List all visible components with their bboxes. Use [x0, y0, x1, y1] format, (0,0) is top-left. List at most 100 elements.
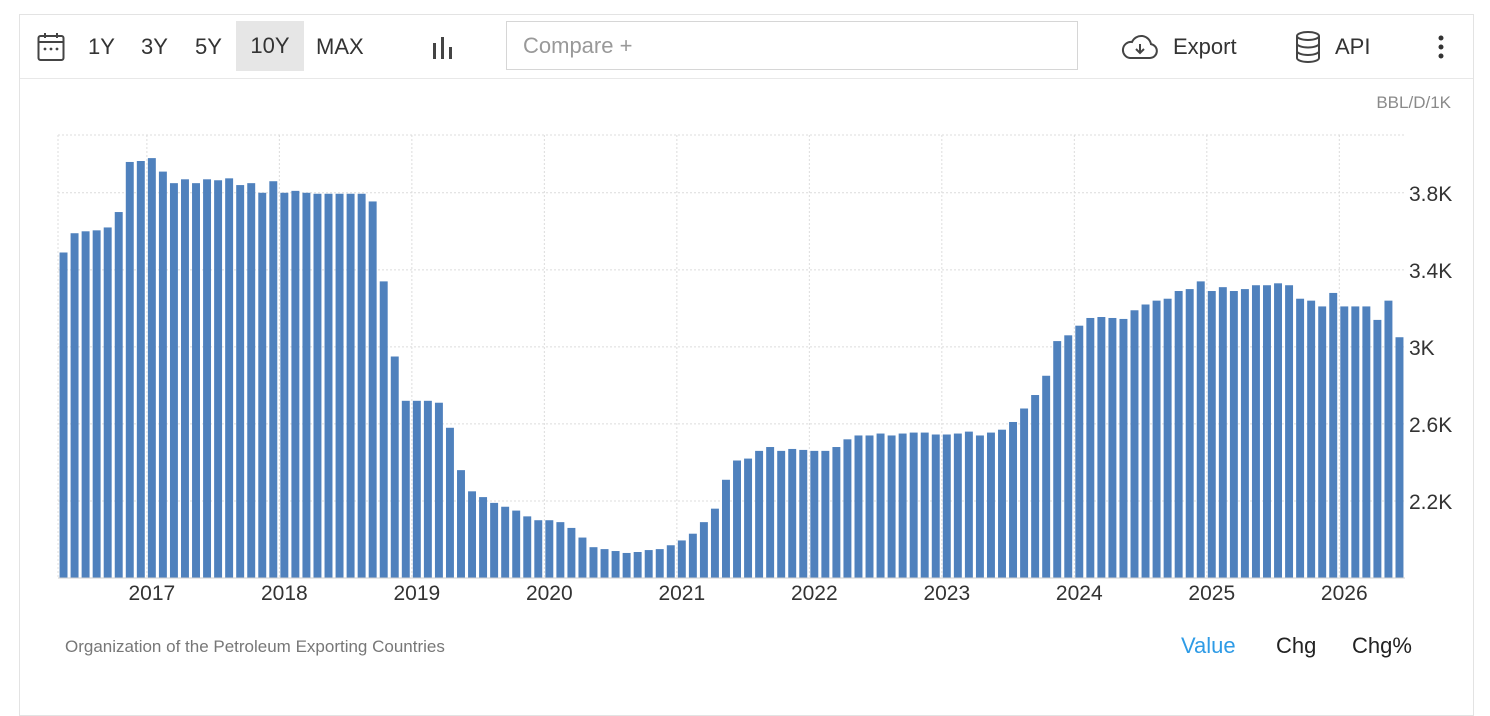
bar	[733, 460, 741, 578]
bar	[258, 192, 267, 579]
bar	[755, 450, 764, 578]
x-tick-label: 2025	[1188, 582, 1235, 605]
bar	[1263, 285, 1271, 578]
bar	[986, 432, 995, 578]
bar	[655, 549, 664, 578]
chart-widget: 1Y 3Y 5Y 10Y MAX Compare + Export API BB…	[19, 14, 1474, 716]
bar	[1329, 292, 1338, 578]
bar	[1185, 289, 1194, 578]
bar	[335, 193, 344, 578]
bar	[600, 549, 609, 578]
bar	[490, 502, 499, 578]
bar	[147, 158, 156, 578]
y-tick-label: 2.6K	[1409, 414, 1452, 437]
bar	[401, 400, 410, 578]
bar	[1240, 289, 1249, 578]
y-tick-label: 3K	[1409, 337, 1435, 360]
bar	[423, 400, 432, 578]
bar	[379, 281, 388, 578]
bar	[214, 180, 223, 578]
x-tick-label: 2024	[1056, 582, 1103, 605]
bar	[1152, 300, 1161, 578]
bar	[821, 450, 830, 578]
bar	[346, 193, 355, 578]
bar	[909, 432, 918, 578]
bar	[1009, 421, 1018, 578]
bar	[1108, 317, 1117, 578]
tab-chg-percent[interactable]: Chg%	[1352, 633, 1412, 659]
bar	[556, 522, 565, 578]
bar	[203, 179, 212, 579]
bar	[666, 545, 675, 578]
bar	[1251, 285, 1260, 578]
bar	[777, 450, 786, 578]
bar	[611, 551, 620, 578]
bar	[710, 508, 719, 578]
bar	[1229, 291, 1238, 578]
bar	[788, 448, 797, 578]
x-tick-label: 2018	[261, 582, 308, 605]
bar	[1097, 317, 1106, 578]
bar-chart: 2.2K 2.6K 3K 3.4K 3.8K 2017 2018 2019 2020 2021 20…	[57, 134, 1452, 605]
bar	[247, 183, 256, 579]
bar	[832, 447, 841, 578]
bar	[578, 537, 587, 578]
bar	[390, 356, 399, 578]
bar	[766, 447, 775, 578]
bar	[280, 192, 289, 579]
bar	[799, 449, 808, 578]
tab-chg[interactable]: Chg	[1276, 633, 1316, 659]
x-tick-label: 2022	[791, 582, 838, 605]
bar	[953, 433, 962, 578]
bar	[931, 434, 940, 578]
bar	[1086, 317, 1095, 578]
bar	[368, 201, 377, 578]
bar	[1064, 335, 1073, 578]
bar	[412, 400, 421, 578]
bar	[457, 470, 465, 578]
bar	[920, 432, 929, 578]
bar	[998, 429, 1006, 578]
bar	[688, 533, 697, 578]
bar	[1218, 287, 1227, 578]
bar	[158, 171, 167, 579]
bar	[964, 431, 973, 578]
bar	[445, 427, 454, 578]
bar	[1351, 306, 1360, 578]
bar	[1130, 310, 1139, 578]
y-tick-label: 3.4K	[1409, 260, 1452, 283]
bar	[1274, 283, 1283, 578]
source-label: Organization of the Petroleum Exporting …	[65, 637, 445, 656]
bar	[192, 183, 200, 579]
tab-value[interactable]: Value	[1181, 633, 1236, 659]
bar	[1340, 306, 1349, 578]
bar	[1174, 291, 1183, 578]
x-tick-label: 2021	[658, 582, 705, 605]
bar	[1163, 298, 1172, 578]
bar	[865, 435, 874, 578]
bar	[854, 435, 863, 578]
bar	[1031, 395, 1040, 578]
bar	[1285, 285, 1294, 578]
bar	[876, 433, 885, 578]
bar	[622, 552, 631, 578]
bar	[70, 233, 79, 578]
bar	[468, 491, 477, 578]
bar	[512, 510, 521, 578]
bar	[103, 227, 112, 578]
y-tick-label: 2.2K	[1409, 491, 1452, 514]
bar	[324, 193, 333, 578]
bar	[1307, 300, 1316, 578]
bar	[744, 458, 753, 578]
bar	[501, 506, 510, 578]
bar	[1296, 298, 1305, 578]
bar	[545, 520, 554, 578]
bar	[136, 161, 145, 578]
bar	[810, 450, 819, 578]
bar	[942, 434, 951, 578]
bar	[887, 435, 896, 578]
bar	[434, 402, 443, 578]
x-tick-label: 2023	[923, 582, 970, 605]
x-tick-label: 2020	[526, 582, 573, 605]
bar	[644, 550, 653, 578]
